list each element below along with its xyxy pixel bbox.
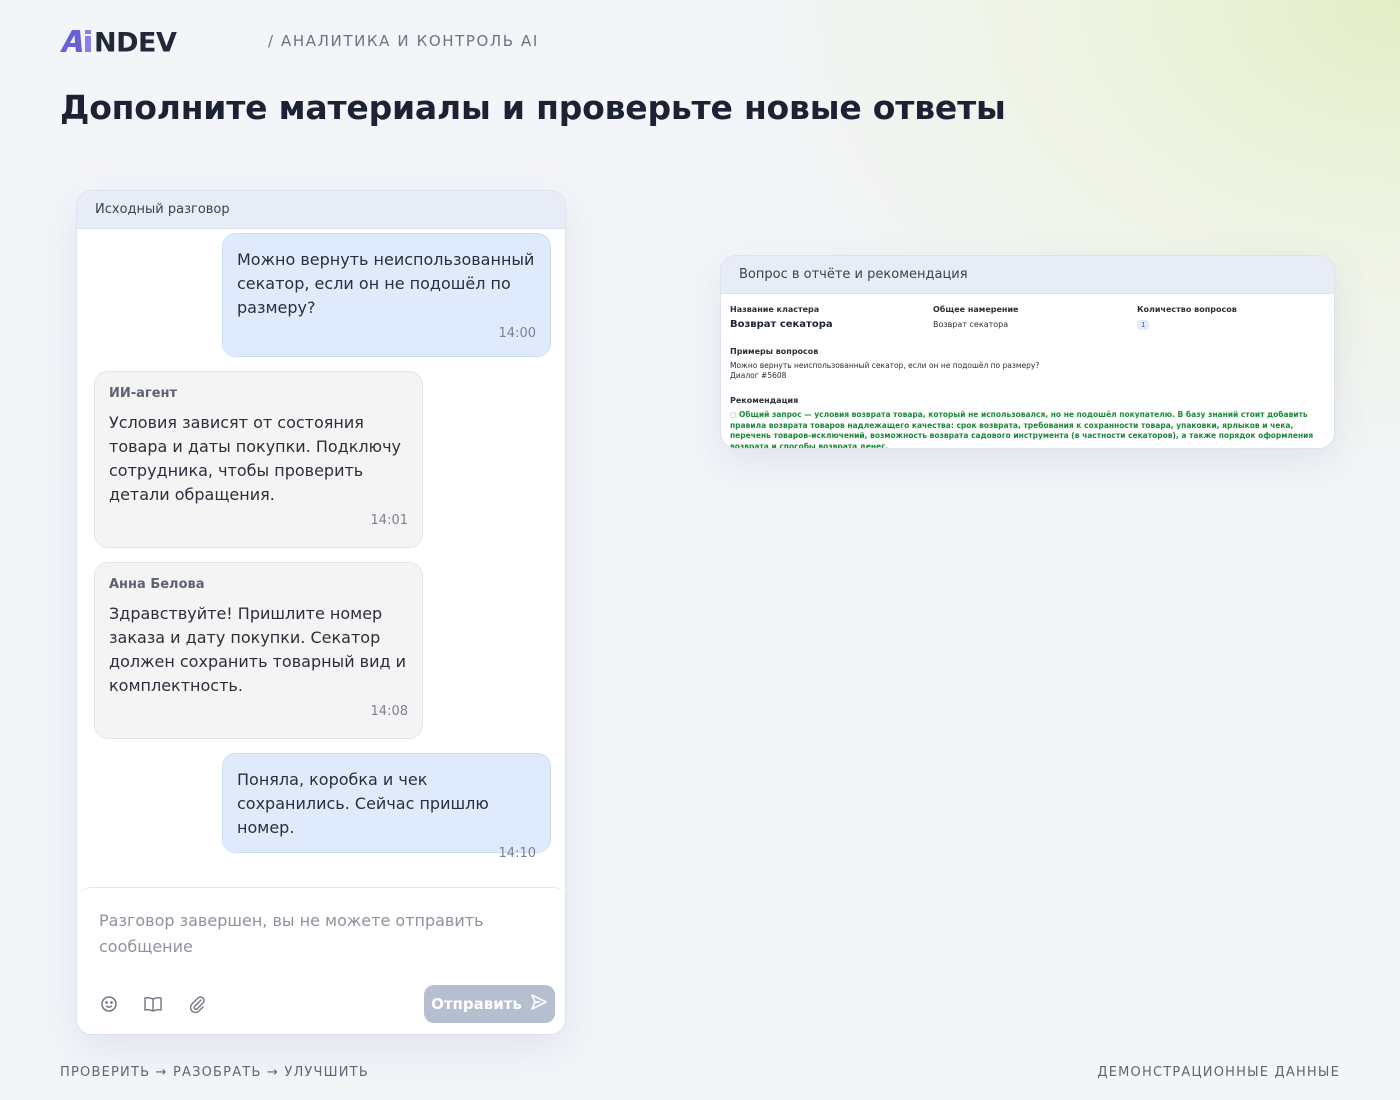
paperclip-icon[interactable] [187,994,207,1014]
message-sender: Анна Белова [109,577,205,592]
report-panel-header: Вопрос в отчёте и рекомендация [721,256,1334,294]
recommendation-text: ○ Общий запрос — условия возврата товара… [730,410,1330,449]
message-composer: Разговор завершен, вы не можете отправит… [77,887,565,1034]
brand: NDEV / АНАЛИТИКА И КОНТРОЛЬ AI [60,28,539,54]
message-time: 14:08 [370,704,408,719]
send-button[interactable]: Отправить [424,985,555,1023]
count-label: Количество вопросов [1137,305,1237,314]
message-user: Поняла, коробка и чек сохранились. Сейча… [222,753,551,861]
message-time: 14:01 [370,513,408,528]
cluster-label: Название кластера [730,305,820,314]
send-button-label: Отправить [431,995,522,1013]
count-badge: 1 [1137,320,1150,330]
page-title: Дополните материалы и проверьте новые от… [60,88,1006,127]
send-arrow-icon [530,993,548,1015]
intent-label: Общее намерение [933,305,1019,314]
recommendation-body: Общий запрос — условия возврата товара, … [730,410,1314,449]
message-agent: ИИ-агент Условия зависят от состояния то… [94,371,423,548]
message-user: Можно вернуть неиспользованный секатор, … [222,233,551,357]
examples-section: Примеры вопросов Можно вернуть неиспольз… [730,347,1330,381]
chat-panel-header: Исходный разговор [77,191,565,229]
svg-text:NDEV: NDEV [94,28,177,54]
message-sender: ИИ-агент [109,386,178,401]
emoji-icon[interactable] [99,994,119,1014]
examples-label: Примеры вопросов [730,347,819,356]
cluster-column: Название кластера Возврат секатора [730,305,833,330]
intent-column: Общее намерение Возврат секатора [933,305,1018,329]
recommendation-label: Рекомендация [730,396,799,405]
book-icon[interactable] [143,994,163,1014]
message-text: Поняла, коробка и чек сохранились. Сейча… [237,770,489,837]
lightbulb-icon: ○ [730,410,739,419]
footer-demo-label: ДЕМОНСТРАЦИОННЫЕ ДАННЫЕ [1097,1065,1340,1080]
message-text: Здравствуйте! Пришлите номер заказа и да… [109,604,407,695]
message-text: Можно вернуть неиспользованный секатор, … [237,250,535,317]
aindev-logo[interactable]: NDEV [60,28,240,54]
composer-placeholder: Разговор завершен, вы не можете отправит… [99,911,484,956]
message-time: 14:10 [498,846,536,861]
footer-steps: ПРОВЕРИТЬ → РАЗОБРАТЬ → УЛУЧШИТЬ [60,1065,369,1080]
recommendation-section: Рекомендация ○ Общий запрос — условия во… [730,396,1330,449]
message-operator: Анна Белова Здравствуйте! Пришлите номер… [94,562,423,739]
brand-tagline: / АНАЛИТИКА И КОНТРОЛЬ AI [268,32,539,50]
count-column: Количество вопросов 1 [1137,305,1237,332]
example-question: Можно вернуть неиспользованный секатор, … [730,361,1040,370]
example-dialog-link[interactable]: Диалог #5608 [730,371,1330,381]
message-text: Условия зависят от состояния товара и да… [109,413,402,504]
message-time: 14:00 [498,326,536,341]
report-panel: Вопрос в отчёте и рекомендация Название … [720,255,1335,449]
cluster-value: Возврат секатора [730,319,833,330]
chat-panel: Исходный разговор Можно вернуть неисполь… [76,190,566,1035]
intent-value: Возврат секатора [933,320,1009,329]
